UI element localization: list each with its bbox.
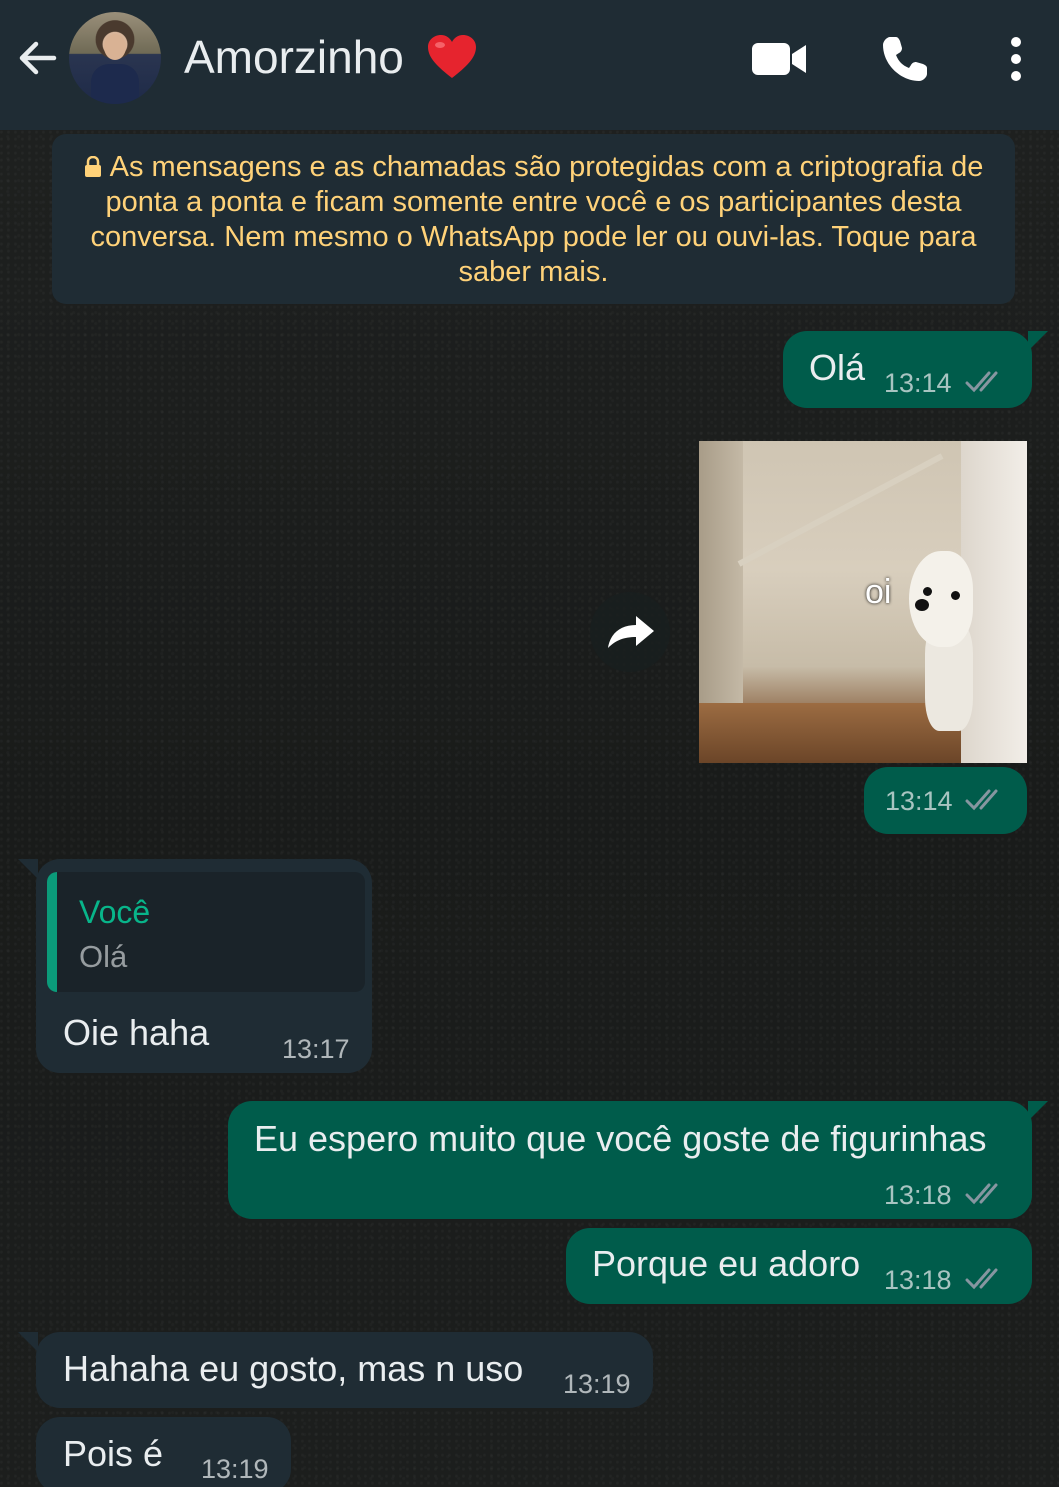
lock-icon <box>84 156 101 177</box>
message-text: Pois é <box>63 1433 164 1474</box>
message-incoming[interactable]: Pois é 13:19 <box>36 1417 291 1487</box>
chat-header: Amorzinho <box>0 0 1059 130</box>
message-incoming[interactable]: Hahaha eu gosto, mas n uso 13:19 <box>36 1332 653 1408</box>
read-ticks-icon <box>965 371 998 393</box>
message-outgoing[interactable]: Eu espero muito que você goste de figuri… <box>228 1101 1032 1219</box>
quote-text: Olá <box>79 939 128 974</box>
message-text: Olá <box>809 347 866 388</box>
forward-button[interactable] <box>590 592 670 672</box>
read-ticks-icon <box>965 1183 998 1205</box>
message-time: 13:19 <box>563 1369 631 1399</box>
message-time: 13:17 <box>282 1034 350 1064</box>
encryption-notice[interactable]: As mensagens e as chamadas são protegida… <box>52 134 1015 304</box>
message-time: 13:18 <box>884 1265 952 1295</box>
read-ticks-icon <box>965 789 998 811</box>
message-time: 13:19 <box>201 1454 269 1484</box>
message-time: 13:18 <box>884 1180 952 1210</box>
message-text: Oie haha <box>63 1012 210 1053</box>
forward-icon <box>608 616 654 648</box>
read-ticks-icon <box>965 1268 998 1290</box>
back-arrow-icon[interactable] <box>14 34 62 82</box>
sticker-caption: oi <box>865 573 892 611</box>
message-text: Porque eu adoro <box>592 1243 861 1284</box>
quote-author: Você <box>79 894 151 930</box>
quoted-message[interactable]: Você Olá <box>47 872 365 992</box>
contact-name[interactable]: Amorzinho <box>184 30 404 84</box>
sticker-time-badge: 13:14 <box>864 767 1027 834</box>
quote-accent-bar <box>47 872 57 992</box>
encryption-notice-text: As mensagens e as chamadas são protegida… <box>90 151 984 288</box>
avatar[interactable] <box>69 12 161 104</box>
video-call-icon[interactable] <box>750 40 808 78</box>
more-options-icon[interactable] <box>1004 34 1028 84</box>
message-text: Eu espero muito que você goste de figuri… <box>254 1118 987 1159</box>
message-time: 13:14 <box>885 786 953 816</box>
phone-icon[interactable] <box>880 34 930 84</box>
message-time: 13:14 <box>884 368 952 398</box>
sticker-image[interactable]: oi <box>699 441 1027 763</box>
message-outgoing[interactable]: Olá 13:14 <box>783 331 1032 408</box>
message-outgoing[interactable]: Porque eu adoro 13:18 <box>566 1228 1032 1304</box>
heart-icon <box>428 35 476 78</box>
message-text: Hahaha eu gosto, mas n uso <box>63 1348 524 1389</box>
